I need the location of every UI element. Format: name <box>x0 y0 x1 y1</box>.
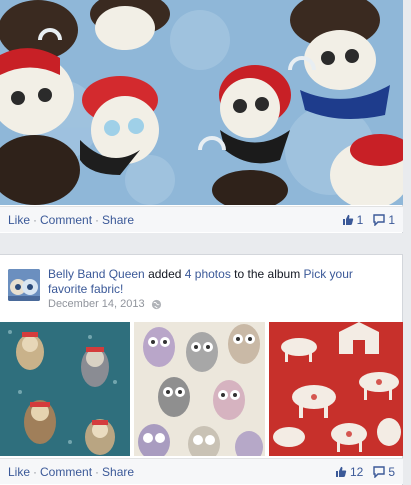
speech-bubble-icon <box>373 213 386 226</box>
comment-link[interactable]: Comment <box>40 213 92 227</box>
owl-fabric-image <box>134 322 265 456</box>
like-link[interactable]: Like <box>8 465 30 479</box>
story-verb: added <box>144 267 185 281</box>
post-meta: December 14, 2013 <box>48 298 162 310</box>
thumbs-up-icon <box>342 214 353 225</box>
post-header: Belly Band Queen added 4 photos to the a… <box>8 267 398 315</box>
separator: · <box>95 464 100 479</box>
engagement-counts: 12 5 <box>335 465 395 479</box>
photos-link[interactable]: 4 photos <box>185 267 231 281</box>
action-links: Like · Comment · Share <box>8 465 134 479</box>
avatar-image <box>8 269 40 301</box>
globe-icon[interactable] <box>151 299 162 310</box>
separator: · <box>95 212 100 227</box>
post-card: Belly Band Queen added 4 photos to the a… <box>0 254 403 485</box>
share-link[interactable]: Share <box>102 465 134 479</box>
post-actions-bar: Like · Comment · Share 12 5 <box>0 458 403 484</box>
separator: · <box>33 212 38 227</box>
photo-thumbnail[interactable] <box>134 322 265 456</box>
farm-animal-fabric-image <box>269 322 403 456</box>
author-name-link[interactable]: Belly Band Queen <box>48 267 145 281</box>
photo-thumbnail[interactable] <box>0 322 130 456</box>
comment-link[interactable]: Comment <box>40 465 92 479</box>
avatar[interactable] <box>8 269 40 301</box>
sock-monkey-fabric-image <box>0 322 130 456</box>
separator: · <box>33 464 38 479</box>
story-album-text: to the album <box>230 267 304 281</box>
thumbs-up-icon <box>335 466 347 477</box>
like-link[interactable]: Like <box>8 213 30 227</box>
like-count[interactable]: 1 <box>342 212 364 227</box>
speech-bubble-icon <box>373 465 386 478</box>
post-card: Like · Comment · Share 1 1 <box>0 0 403 233</box>
comment-count[interactable]: 1 <box>373 213 395 227</box>
action-links: Like · Comment · Share <box>8 213 134 227</box>
photo-thumbnail[interactable] <box>269 322 403 456</box>
post-photo[interactable] <box>0 0 403 205</box>
like-count[interactable]: 12 <box>335 465 363 479</box>
post-actions-bar: Like · Comment · Share 1 1 <box>0 206 403 232</box>
story-text: Belly Band Queen added 4 photos to the a… <box>48 267 388 297</box>
skull-fabric-image <box>0 0 403 205</box>
like-count-value: 12 <box>349 464 364 479</box>
like-count-value: 1 <box>356 212 364 227</box>
engagement-counts: 1 1 <box>342 213 395 227</box>
comment-count-value: 5 <box>388 464 395 479</box>
post-timestamp[interactable]: December 14, 2013 <box>48 298 145 310</box>
share-link[interactable]: Share <box>102 213 134 227</box>
comment-count-value: 1 <box>388 212 395 227</box>
comment-count[interactable]: 5 <box>373 465 395 479</box>
photo-grid <box>0 322 403 456</box>
